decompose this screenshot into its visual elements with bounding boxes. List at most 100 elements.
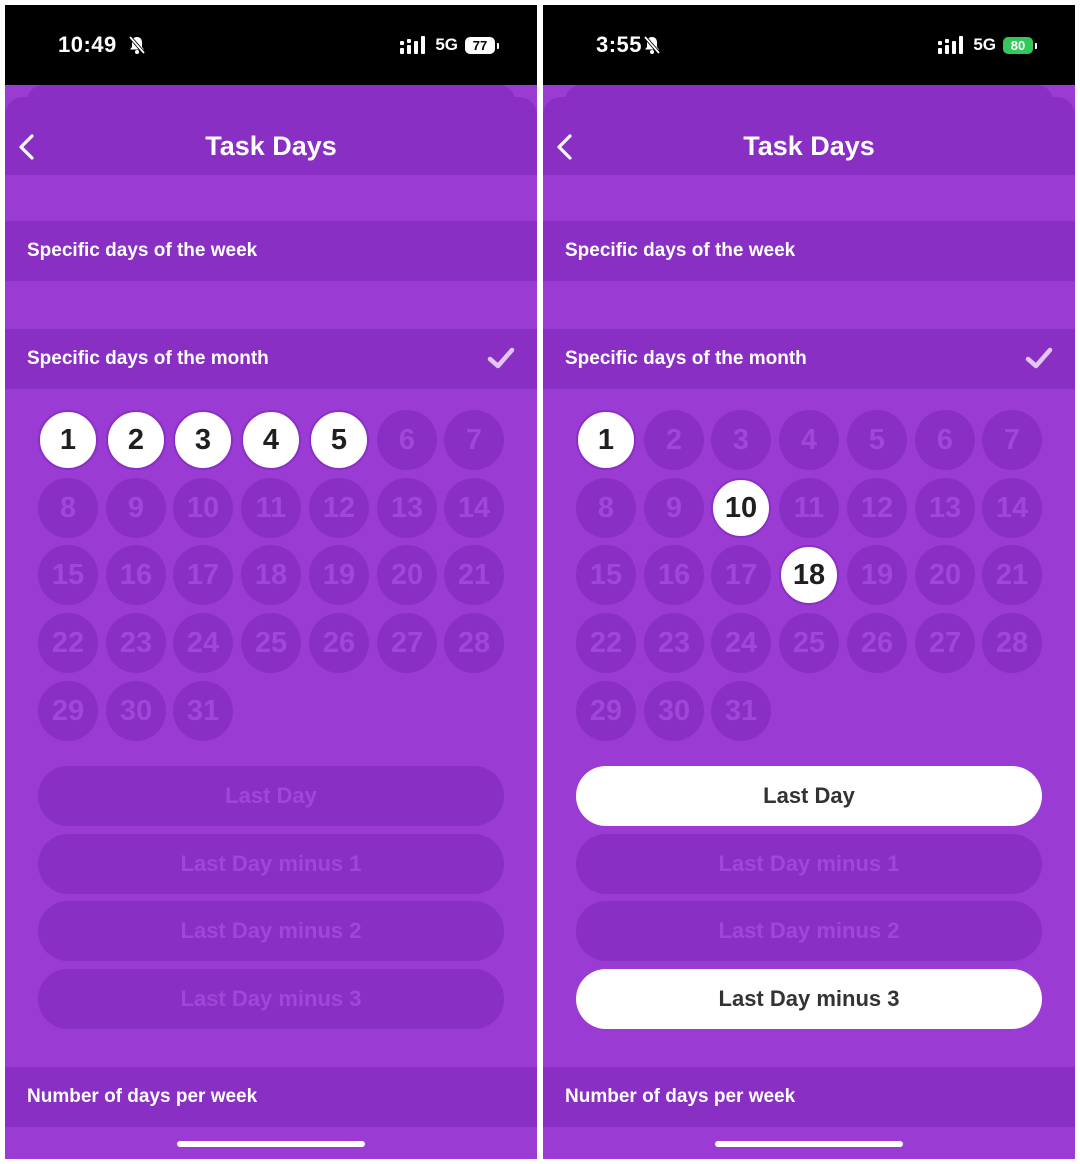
day-11-button[interactable]: 11 <box>779 478 839 538</box>
nav-bar: Task Days <box>543 97 1075 175</box>
day-15-button[interactable]: 15 <box>38 545 98 605</box>
status-time: 10:49 <box>58 32 117 57</box>
day-16-button[interactable]: 16 <box>644 545 704 605</box>
day-2-button[interactable]: 2 <box>644 410 704 470</box>
day-23-button[interactable]: 23 <box>106 613 166 673</box>
day-13-button[interactable]: 13 <box>915 478 975 538</box>
day-15-button[interactable]: 15 <box>576 545 636 605</box>
option-specific-days-of-week[interactable]: Specific days of the week <box>5 221 537 281</box>
option-last-day-minus-2-button[interactable]: Last Day minus 2 <box>38 901 504 961</box>
home-indicator <box>715 1141 903 1147</box>
battery-icon: 77 <box>465 36 499 54</box>
option-label: Number of days per week <box>27 1086 258 1107</box>
option-last-day-minus-3-button[interactable]: Last Day minus 3 <box>38 969 504 1029</box>
day-6-button[interactable]: 6 <box>915 410 975 470</box>
day-7-button[interactable]: 7 <box>982 410 1042 470</box>
day-20-button[interactable]: 20 <box>377 545 437 605</box>
signal-icon <box>400 36 426 54</box>
day-28-button[interactable]: 28 <box>982 613 1042 673</box>
day-9-button[interactable]: 9 <box>106 478 166 538</box>
day-16-button[interactable]: 16 <box>106 545 166 605</box>
page-title: Task Days <box>205 131 337 161</box>
option-last-day-minus-1-button[interactable]: Last Day minus 1 <box>576 834 1042 894</box>
day-6-button[interactable]: 6 <box>377 410 437 470</box>
day-21-button[interactable]: 21 <box>444 545 504 605</box>
checkmark-icon <box>1025 347 1053 369</box>
day-14-button[interactable]: 14 <box>444 478 504 538</box>
day-2-button[interactable]: 2 <box>106 410 166 470</box>
day-17-button[interactable]: 17 <box>173 545 233 605</box>
task-days-screen: Task Days Specific days of the week Spec… <box>5 85 537 1159</box>
day-26-button[interactable]: 26 <box>309 613 369 673</box>
bell-slash-icon <box>643 35 661 55</box>
task-days-screen: Task Days Specific days of the week Spec… <box>543 85 1075 1159</box>
day-31-button[interactable]: 31 <box>711 681 771 741</box>
status-bar: 3:55 5G 80 <box>543 5 1075 90</box>
option-last-day-minus-2-button[interactable]: Last Day minus 2 <box>576 901 1042 961</box>
day-24-button[interactable]: 24 <box>173 613 233 673</box>
day-3-button[interactable]: 3 <box>173 410 233 470</box>
day-25-button[interactable]: 25 <box>779 613 839 673</box>
day-26-button[interactable]: 26 <box>847 613 907 673</box>
day-5-button[interactable]: 5 <box>847 410 907 470</box>
day-27-button[interactable]: 27 <box>915 613 975 673</box>
option-specific-days-of-month[interactable]: Specific days of the month <box>543 329 1075 389</box>
day-1-button[interactable]: 1 <box>38 410 98 470</box>
day-18-button[interactable]: 18 <box>779 545 839 605</box>
option-specific-days-of-week[interactable]: Specific days of the week <box>543 221 1075 281</box>
option-label: Specific days of the month <box>27 348 269 369</box>
day-24-button[interactable]: 24 <box>711 613 771 673</box>
option-last-day-button[interactable]: Last Day <box>576 766 1042 826</box>
month-day-grid: 1 2 3 4 5 6 7 8 9 10 11 12 13 14 15 16 17 18 19 20 21 22 23 24 2… <box>576 410 1046 750</box>
day-25-button[interactable]: 25 <box>241 613 301 673</box>
day-11-button[interactable]: 11 <box>241 478 301 538</box>
checkmark-icon <box>487 347 515 369</box>
day-19-button[interactable]: 19 <box>847 545 907 605</box>
phone-screen-right: 3:55 5G 80 Task Days Specific days of th… <box>543 5 1075 1159</box>
day-12-button[interactable]: 12 <box>847 478 907 538</box>
day-8-button[interactable]: 8 <box>38 478 98 538</box>
day-27-button[interactable]: 27 <box>377 613 437 673</box>
option-label: Specific days of the week <box>27 240 258 261</box>
phone-screen-left: 10:49 5G 77 Task Days Specific days of t… <box>5 5 537 1159</box>
home-indicator <box>177 1141 365 1147</box>
day-9-button[interactable]: 9 <box>644 478 704 538</box>
battery-icon: 80 <box>1003 36 1037 54</box>
option-number-of-days-per-week[interactable]: Number of days per week <box>5 1067 537 1127</box>
day-20-button[interactable]: 20 <box>915 545 975 605</box>
day-23-button[interactable]: 23 <box>644 613 704 673</box>
option-label: Specific days of the week <box>565 240 796 261</box>
day-14-button[interactable]: 14 <box>982 478 1042 538</box>
option-last-day-minus-3-button[interactable]: Last Day minus 3 <box>576 969 1042 1029</box>
day-1-button[interactable]: 1 <box>576 410 636 470</box>
day-22-button[interactable]: 22 <box>38 613 98 673</box>
day-3-button[interactable]: 3 <box>711 410 771 470</box>
day-18-button[interactable]: 18 <box>241 545 301 605</box>
nav-bar: Task Days <box>5 97 537 175</box>
month-day-grid: 1 2 3 4 5 6 7 8 9 10 11 12 13 14 15 16 17 18 19 20 21 22 23 24 2… <box>38 410 508 750</box>
day-19-button[interactable]: 19 <box>309 545 369 605</box>
option-specific-days-of-month[interactable]: Specific days of the month <box>5 329 537 389</box>
day-10-button[interactable]: 10 <box>173 478 233 538</box>
day-7-button[interactable]: 7 <box>444 410 504 470</box>
option-last-day-minus-1-button[interactable]: Last Day minus 1 <box>38 834 504 894</box>
day-22-button[interactable]: 22 <box>576 613 636 673</box>
option-last-day-button[interactable]: Last Day <box>38 766 504 826</box>
option-number-of-days-per-week[interactable]: Number of days per week <box>543 1067 1075 1127</box>
day-4-button[interactable]: 4 <box>779 410 839 470</box>
day-29-button[interactable]: 29 <box>576 681 636 741</box>
day-13-button[interactable]: 13 <box>377 478 437 538</box>
page-title: Task Days <box>743 131 875 161</box>
day-29-button[interactable]: 29 <box>38 681 98 741</box>
day-28-button[interactable]: 28 <box>444 613 504 673</box>
day-17-button[interactable]: 17 <box>711 545 771 605</box>
day-10-button[interactable]: 10 <box>711 478 771 538</box>
day-30-button[interactable]: 30 <box>106 681 166 741</box>
day-4-button[interactable]: 4 <box>241 410 301 470</box>
day-31-button[interactable]: 31 <box>173 681 233 741</box>
day-8-button[interactable]: 8 <box>576 478 636 538</box>
day-5-button[interactable]: 5 <box>309 410 369 470</box>
day-30-button[interactable]: 30 <box>644 681 704 741</box>
day-12-button[interactable]: 12 <box>309 478 369 538</box>
day-21-button[interactable]: 21 <box>982 545 1042 605</box>
